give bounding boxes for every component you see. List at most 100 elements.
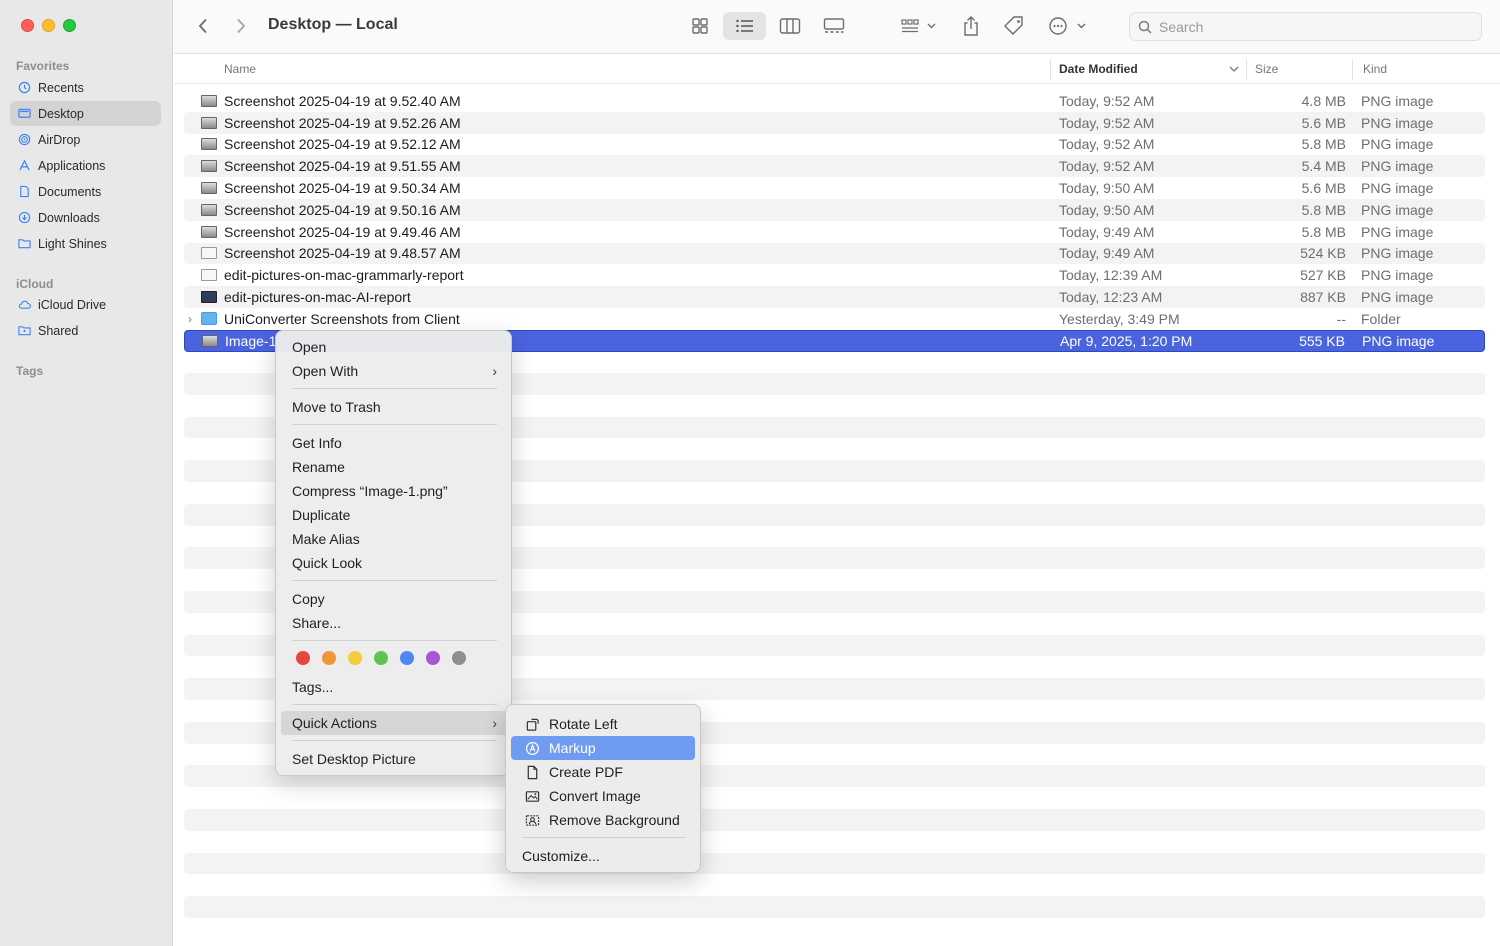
menu-item-share[interactable]: Share... <box>281 611 507 635</box>
gallery-view-button[interactable] <box>820 12 848 40</box>
column-divider[interactable] <box>1246 59 1247 80</box>
remove-background-icon <box>524 812 540 828</box>
file-name: edit-pictures-on-mac-AI-report <box>224 289 411 306</box>
tag-yellow-dot[interactable] <box>348 651 362 665</box>
shared-folder-icon <box>18 324 31 337</box>
sidebar-item-recents[interactable]: Recents <box>10 75 161 100</box>
group-by-button[interactable] <box>898 12 940 40</box>
menu-item-open[interactable]: Open <box>281 335 507 359</box>
chevron-right-icon: › <box>492 363 497 379</box>
tag-green-dot[interactable] <box>374 651 388 665</box>
airdrop-icon <box>18 133 31 146</box>
file-row[interactable]: Screenshot 2025-04-19 at 9.50.16 AM Toda… <box>184 198 1485 221</box>
file-name: Screenshot 2025-04-19 at 9.52.12 AM <box>224 136 461 153</box>
menu-item-open-with[interactable]: Open With › <box>281 359 507 383</box>
sidebar-item-applications[interactable]: Applications <box>10 153 161 178</box>
file-size: -- <box>1336 310 1346 327</box>
tag-purple-dot[interactable] <box>426 651 440 665</box>
file-size: 555 KB <box>1299 332 1345 349</box>
submenu-item-rotate-left[interactable]: Rotate Left <box>511 712 695 736</box>
tag-blue-dot[interactable] <box>400 651 414 665</box>
submenu-item-remove-background[interactable]: Remove Background <box>511 808 695 832</box>
menu-item-tags[interactable]: Tags... <box>281 675 507 699</box>
sidebar-item-label: Applications <box>38 158 106 173</box>
file-date: Today, 12:23 AM <box>1059 289 1163 306</box>
submenu-item-create-pdf[interactable]: Create PDF <box>511 760 695 784</box>
finder-window: Favorites Recents Desktop AirDrop Applic… <box>0 0 1500 946</box>
column-header-name[interactable]: Name <box>224 62 256 76</box>
sidebar-item-documents[interactable]: Documents <box>10 179 161 204</box>
file-row[interactable]: Screenshot 2025-04-19 at 9.52.26 AM Toda… <box>184 111 1485 134</box>
menu-item-rename[interactable]: Rename <box>281 455 507 479</box>
menu-item-duplicate[interactable]: Duplicate <box>281 503 507 527</box>
quick-actions-submenu: Rotate Left Markup Create PDF Convert Im… <box>505 704 701 873</box>
share-button[interactable] <box>960 12 982 40</box>
tag-red-dot[interactable] <box>296 651 310 665</box>
disclosure-chevron-icon[interactable]: › <box>188 312 192 326</box>
submenu-item-label: Rotate Left <box>549 716 618 732</box>
sidebar-item-icloud-drive[interactable]: iCloud Drive <box>10 292 161 317</box>
column-divider[interactable] <box>1050 59 1051 80</box>
menu-item-make-alias[interactable]: Make Alias <box>281 527 507 551</box>
file-kind: PNG image <box>1361 267 1434 284</box>
sidebar-item-label: Recents <box>38 80 84 95</box>
folder-row[interactable]: › UniConverter Screenshots from Client Y… <box>184 308 1485 330</box>
sidebar-item-label: Desktop <box>38 106 84 121</box>
back-button[interactable] <box>192 14 214 38</box>
file-row[interactable]: Screenshot 2025-04-19 at 9.51.55 AM Toda… <box>184 155 1485 178</box>
submenu-item-customize[interactable]: Customize... <box>511 844 695 868</box>
menu-item-label: Tags... <box>292 679 334 695</box>
menu-item-label: Set Desktop Picture <box>292 751 416 767</box>
file-name: Screenshot 2025-04-19 at 9.52.40 AM <box>224 92 461 109</box>
menu-item-get-info[interactable]: Get Info <box>281 431 507 455</box>
file-size: 4.8 MB <box>1301 92 1346 109</box>
list-view-button[interactable] <box>723 12 766 40</box>
file-row[interactable]: Screenshot 2025-04-19 at 9.48.57 AM Toda… <box>184 242 1485 265</box>
document-icon <box>18 185 31 198</box>
menu-item-label: Copy <box>292 591 325 607</box>
file-kind: PNG image <box>1361 245 1434 262</box>
close-window-button[interactable] <box>21 19 34 32</box>
file-row[interactable]: Screenshot 2025-04-19 at 9.52.40 AM Toda… <box>184 90 1485 112</box>
submenu-item-markup[interactable]: Markup <box>511 736 695 760</box>
file-row[interactable]: edit-pictures-on-mac-AI-report Today, 12… <box>184 286 1485 308</box>
zoom-window-button[interactable] <box>63 19 76 32</box>
tag-gray-dot[interactable] <box>452 651 466 665</box>
search-input[interactable] <box>1159 18 1459 35</box>
image-file-icon <box>201 291 217 304</box>
forward-button[interactable] <box>230 14 252 38</box>
column-view-button[interactable] <box>776 12 804 40</box>
tag-orange-dot[interactable] <box>322 651 336 665</box>
sidebar-item-airdrop[interactable]: AirDrop <box>10 127 161 152</box>
icon-view-button[interactable] <box>686 12 714 40</box>
search-field[interactable] <box>1129 12 1482 41</box>
column-header-date-modified[interactable]: Date Modified <box>1059 62 1138 76</box>
sidebar-item-downloads[interactable]: Downloads <box>10 205 161 230</box>
tag-button[interactable] <box>1002 12 1026 40</box>
chevron-left-icon <box>198 18 207 34</box>
file-row[interactable]: edit-pictures-on-mac-grammarly-report To… <box>184 264 1485 286</box>
window-controls <box>21 19 76 32</box>
column-header-size[interactable]: Size <box>1255 62 1278 76</box>
sidebar-item-desktop[interactable]: Desktop <box>10 101 161 126</box>
image-file-icon <box>201 94 217 107</box>
menu-item-compress[interactable]: Compress “Image-1.png” <box>281 479 507 503</box>
sidebar-item-shared[interactable]: Shared <box>10 318 161 343</box>
file-row[interactable]: Screenshot 2025-04-19 at 9.49.46 AM Toda… <box>184 221 1485 243</box>
menu-item-move-to-trash[interactable]: Move to Trash <box>281 395 507 419</box>
file-row[interactable]: Screenshot 2025-04-19 at 9.52.12 AM Toda… <box>184 134 1485 156</box>
sidebar-item-light-shines[interactable]: Light Shines <box>10 231 161 256</box>
column-divider[interactable] <box>1352 59 1353 80</box>
menu-item-quick-look[interactable]: Quick Look <box>281 551 507 575</box>
file-row[interactable]: Screenshot 2025-04-19 at 9.50.34 AM Toda… <box>184 177 1485 199</box>
more-actions-button[interactable] <box>1047 12 1089 40</box>
file-kind: PNG image <box>1361 158 1434 175</box>
file-kind: PNG image <box>1362 332 1435 349</box>
minimize-window-button[interactable] <box>42 19 55 32</box>
image-file-icon <box>201 116 217 129</box>
submenu-item-convert-image[interactable]: Convert Image <box>511 784 695 808</box>
menu-item-copy[interactable]: Copy <box>281 587 507 611</box>
menu-item-quick-actions[interactable]: Quick Actions › <box>281 711 507 735</box>
column-header-kind[interactable]: Kind <box>1363 62 1387 76</box>
menu-item-set-desktop-picture[interactable]: Set Desktop Picture <box>281 747 507 771</box>
